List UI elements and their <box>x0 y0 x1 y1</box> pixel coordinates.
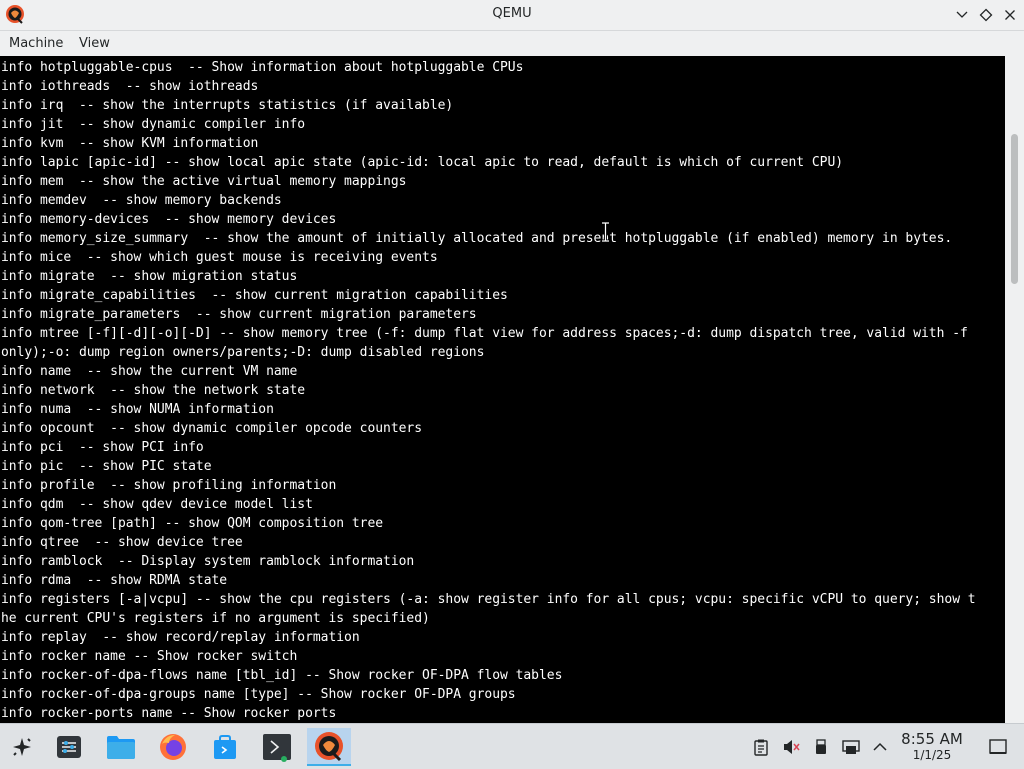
network-wired-icon[interactable] <box>842 738 860 756</box>
menu-view[interactable]: View <box>79 36 110 51</box>
minimize-button[interactable] <box>953 6 971 24</box>
maximize-button[interactable] <box>977 6 995 24</box>
console-line: info iothreads -- show iothreads <box>1 79 259 94</box>
system-clock[interactable]: 8:55 AM 1/1/25 <box>894 730 970 763</box>
chevron-up-icon[interactable] <box>871 738 889 756</box>
taskbar-konsole[interactable] <box>255 728 299 766</box>
console-line: info qdm -- show qdev device model list <box>1 497 313 512</box>
file-manager-icon <box>107 736 135 759</box>
console-line: info migrate_parameters -- show current … <box>1 307 477 322</box>
application-launcher-button[interactable] <box>0 728 44 766</box>
taskbar-discover[interactable] <box>203 728 247 766</box>
console-line: info pci -- show PCI info <box>1 440 204 455</box>
volume-muted-icon[interactable] <box>782 738 800 756</box>
console-line: info ramblock -- Display system ramblock… <box>1 554 415 569</box>
taskbar-firefox[interactable] <box>151 728 195 766</box>
console-line: info memory-devices -- show memory devic… <box>1 212 337 227</box>
text-cursor-icon <box>602 222 609 242</box>
menu-bar: Machine View <box>0 31 1024 56</box>
console-line: info profile -- show profiling informati… <box>1 478 337 493</box>
console-line: info hotpluggable-cpus -- Show informati… <box>1 60 524 75</box>
console-line: info migrate_capabilities -- show curren… <box>1 288 508 303</box>
console-line: info mem -- show the active virtual memo… <box>1 174 407 189</box>
console-line: info lapic [apic-id] -- show local apic … <box>1 155 844 170</box>
taskbar-file-manager[interactable] <box>99 728 143 766</box>
console-line: info numa -- show NUMA information <box>1 402 274 417</box>
console-line: only);-o: dump region owners/parents;-D:… <box>1 345 485 360</box>
removable-device-icon[interactable] <box>812 738 830 756</box>
console-line: info rocker-of-dpa-groups name [type] --… <box>1 687 516 702</box>
console-line: info kvm -- show KVM information <box>1 136 259 151</box>
console-line: info irq -- show the interrupts statisti… <box>1 98 454 113</box>
console-line: info qom-tree [path] -- show QOM composi… <box>1 516 384 531</box>
console-line: info pic -- show PIC state <box>1 459 212 474</box>
taskbar <box>0 723 1024 769</box>
window-title: QEMU <box>492 6 532 21</box>
console-line: info network -- show the network state <box>1 383 306 398</box>
console-line: info rocker-ports name -- Show rocker po… <box>1 706 337 721</box>
console-line: info mtree [-f][-d][-o][-D] -- show memo… <box>1 326 968 341</box>
console-line: info migrate -- show migration status <box>1 269 298 284</box>
console-line: he current CPU's registers if no argumen… <box>1 611 430 626</box>
konsole-icon <box>263 734 291 762</box>
console-line: info replay -- show record/replay inform… <box>1 630 360 645</box>
console-line: info memdev -- show memory backends <box>1 193 282 208</box>
scrollbar-thumb[interactable] <box>1011 134 1018 284</box>
close-button[interactable] <box>1001 6 1019 24</box>
menu-machine[interactable]: Machine <box>9 36 63 51</box>
taskbar-system-settings[interactable] <box>47 728 91 766</box>
console-line: info jit -- show dynamic compiler info <box>1 117 306 132</box>
clock-date: 1/1/25 <box>912 748 952 762</box>
console-line: info rocker-of-dpa-flows name [tbl_id] -… <box>1 668 563 683</box>
console-line: info qtree -- show device tree <box>1 535 243 550</box>
application-launcher-icon <box>13 738 31 756</box>
console-line: info memory_size_summary -- show the amo… <box>1 231 953 246</box>
clipboard-icon[interactable] <box>752 738 770 756</box>
console-line: info rdma -- show RDMA state <box>1 573 228 588</box>
console-line: info name -- show the current VM name <box>1 364 298 379</box>
system-settings-icon <box>57 736 81 758</box>
console-line: info registers [-a|vcpu] -- show the cpu… <box>1 592 976 607</box>
console-line: info rocker name -- Show rocker switch <box>1 649 298 664</box>
show-desktop-icon[interactable] <box>988 737 1008 757</box>
vertical-scrollbar[interactable] <box>1005 56 1024 723</box>
qemu-icon <box>315 732 343 762</box>
console-line: info mice -- show which guest mouse is r… <box>1 250 438 265</box>
taskbar-qemu[interactable] <box>307 728 351 766</box>
clock-time: 8:55 AM <box>901 730 963 748</box>
firefox-icon <box>160 734 186 760</box>
discover-store-icon <box>214 735 236 759</box>
console-line: info opcount -- show dynamic compiler op… <box>1 421 423 436</box>
monitor-console[interactable]: info hotpluggable-cpus -- Show informati… <box>0 56 1005 723</box>
title-bar: QEMU <box>0 0 1024 31</box>
